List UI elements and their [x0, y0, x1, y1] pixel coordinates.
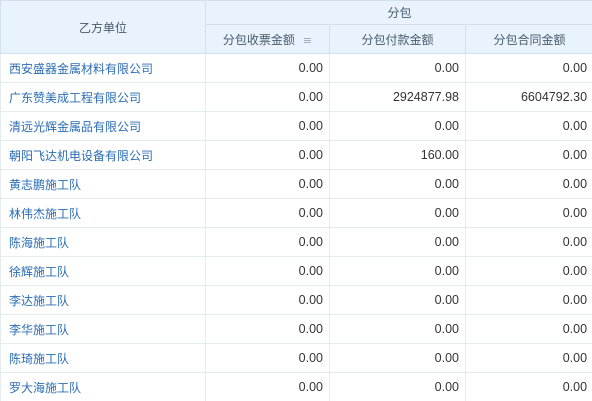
table-row[interactable]: 陈琦施工队 0.00 0.00 0.00 — [0, 343, 592, 373]
invoice-amount-cell: 0.00 — [205, 140, 330, 170]
table-row[interactable]: 黄志鹏施工队 0.00 0.00 0.00 — [0, 169, 592, 199]
invoice-amount-cell: 0.00 — [205, 285, 330, 315]
contract-amount-cell: 0.00 — [464, 53, 592, 83]
contract-amount-cell: 0.00 — [464, 256, 592, 286]
party-name-link[interactable]: 陈海施工队 — [0, 227, 206, 257]
invoice-amount-cell: 0.00 — [205, 372, 330, 401]
contract-amount-cell: 0.00 — [464, 169, 592, 199]
table-row[interactable]: 徐辉施工队 0.00 0.00 0.00 — [0, 256, 592, 286]
invoice-amount-cell: 0.00 — [205, 53, 330, 83]
table-header: 乙方单位 分包 分包收票金额 ≡ 分包付款金额 分包合同金额 — [0, 0, 592, 54]
contract-amount-cell: 6604792.30 — [464, 82, 592, 112]
table-row[interactable]: 李达施工队 0.00 0.00 0.00 — [0, 285, 592, 315]
party-name-link[interactable]: 徐辉施工队 — [0, 256, 206, 286]
contract-amount-cell: 0.00 — [464, 227, 592, 257]
payment-amount-cell: 160.00 — [329, 140, 466, 170]
party-name-link[interactable]: 朝阳飞达机电设备有限公司 — [0, 140, 206, 170]
payment-amount-cell: 0.00 — [329, 111, 466, 141]
payment-amount-cell: 0.00 — [329, 314, 466, 344]
party-name-link[interactable]: 黄志鹏施工队 — [0, 169, 206, 199]
contract-amount-cell: 0.00 — [464, 198, 592, 228]
invoice-amount-cell: 0.00 — [205, 256, 330, 286]
party-name-link[interactable]: 李达施工队 — [0, 285, 206, 315]
payment-amount-cell: 0.00 — [329, 227, 466, 257]
subcontract-grid: 乙方单位 分包 分包收票金额 ≡ 分包付款金额 分包合同金额 西安盛器金属材料有限… — [0, 0, 592, 401]
invoice-amount-cell: 0.00 — [205, 314, 330, 344]
table-row[interactable]: 李华施工队 0.00 0.00 0.00 — [0, 314, 592, 344]
invoice-amount-cell: 0.00 — [205, 169, 330, 199]
invoice-amount-cell: 0.00 — [205, 82, 330, 112]
payment-amount-cell: 0.00 — [329, 198, 466, 228]
party-name-link[interactable]: 清远光辉金属品有限公司 — [0, 111, 206, 141]
contract-amount-cell: 0.00 — [464, 372, 592, 401]
payment-amount-cell: 0.00 — [329, 372, 466, 401]
payment-amount-cell: 0.00 — [329, 343, 466, 373]
table-body: 西安盛器金属材料有限公司 0.00 0.00 0.00 广东赞美成工程有限公司 0.00 2… — [0, 53, 592, 401]
invoice-amount-cell: 0.00 — [205, 198, 330, 228]
party-name-link[interactable]: 西安盛器金属材料有限公司 — [0, 53, 206, 83]
table-row[interactable]: 陈海施工队 0.00 0.00 0.00 — [0, 227, 592, 257]
table-row[interactable]: 西安盛器金属材料有限公司 0.00 0.00 0.00 — [0, 53, 592, 83]
payment-amount-cell: 0.00 — [329, 285, 466, 315]
party-name-link[interactable]: 罗大海施工队 — [0, 372, 206, 401]
table-row[interactable]: 广东赞美成工程有限公司 0.00 2924877.98 6604792.30 — [0, 82, 592, 112]
party-name-link[interactable]: 广东赞美成工程有限公司 — [0, 82, 206, 112]
column-header-contract-amount[interactable]: 分包合同金额 — [464, 24, 592, 54]
table-row[interactable]: 林伟杰施工队 0.00 0.00 0.00 — [0, 198, 592, 228]
contract-amount-cell: 0.00 — [464, 314, 592, 344]
contract-amount-cell: 0.00 — [464, 140, 592, 170]
table-row[interactable]: 清远光辉金属品有限公司 0.00 0.00 0.00 — [0, 111, 592, 141]
payment-amount-cell: 0.00 — [329, 53, 466, 83]
contract-amount-cell: 0.00 — [464, 111, 592, 141]
payment-amount-cell: 0.00 — [329, 256, 466, 286]
invoice-amount-cell: 0.00 — [205, 111, 330, 141]
column-header-payment-amount[interactable]: 分包付款金额 — [329, 24, 466, 54]
party-name-link[interactable]: 陈琦施工队 — [0, 343, 206, 373]
column-group-subcontract: 分包 — [204, 0, 592, 25]
party-name-link[interactable]: 林伟杰施工队 — [0, 198, 206, 228]
party-name-link[interactable]: 李华施工队 — [0, 314, 206, 344]
subcontract-table: 乙方单位 分包 分包收票金额 ≡ 分包付款金额 分包合同金额 西安盛器金属材料有限… — [0, 0, 592, 401]
payment-amount-cell: 2924877.98 — [329, 82, 466, 112]
table-row[interactable]: 朝阳飞达机电设备有限公司 0.00 160.00 0.00 — [0, 140, 592, 170]
column-header-party[interactable]: 乙方单位 — [0, 0, 206, 54]
table-row[interactable]: 罗大海施工队 0.00 0.00 0.00 — [0, 372, 592, 401]
invoice-amount-cell: 0.00 — [205, 227, 330, 257]
invoice-amount-cell: 0.00 — [205, 343, 330, 373]
sort-desc-icon[interactable]: ≡ — [303, 34, 312, 47]
payment-amount-cell: 0.00 — [329, 169, 466, 199]
contract-amount-cell: 0.00 — [464, 343, 592, 373]
column-header-invoice-label: 分包收票金额 — [222, 32, 295, 47]
column-header-invoice-amount[interactable]: 分包收票金额 ≡ — [205, 24, 330, 54]
contract-amount-cell: 0.00 — [464, 285, 592, 315]
